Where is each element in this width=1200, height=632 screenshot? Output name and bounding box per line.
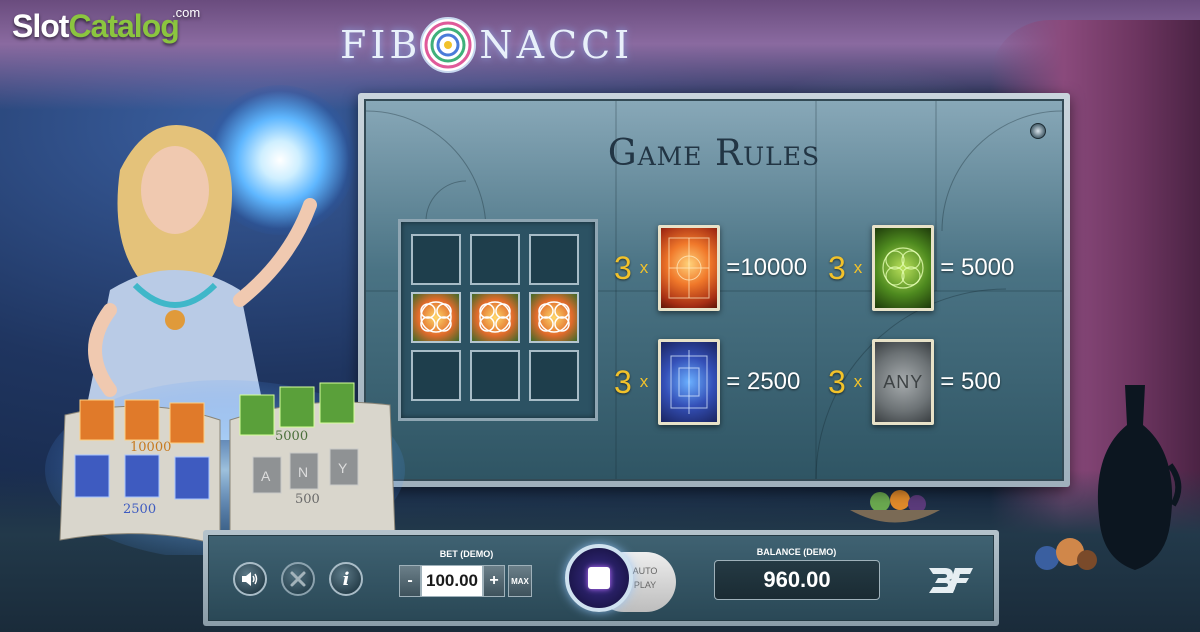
- stop-icon: [588, 567, 610, 589]
- watermark-catalog: Catalog: [68, 8, 179, 44]
- mandala-symbol-icon: [420, 301, 452, 333]
- grid-cell-symbol: [470, 292, 520, 343]
- control-bar-inner: i BET (DEMO) - 100.00 + MAX AUTO PLAY BA…: [208, 535, 994, 621]
- balance-value: 960.00: [714, 560, 880, 600]
- pay-multiplier: x: [639, 372, 649, 391]
- book-payout-any: 500: [295, 492, 320, 507]
- paytable-book: 10000 2500 5000 A N Y 500: [45, 380, 405, 555]
- balance-label: BALANCE (DEMO): [756, 547, 837, 557]
- game-title-right: NACCI: [479, 23, 634, 67]
- rules-title: Game Rules: [607, 133, 821, 174]
- any-card-text: ANY: [883, 372, 924, 392]
- grid-cell-empty: [529, 350, 579, 401]
- book-any-letter: A: [261, 468, 271, 484]
- book-any-letter: Y: [338, 460, 348, 476]
- pay-multiplier: x: [639, 258, 649, 277]
- grid-cell-empty: [529, 234, 579, 285]
- game-title-left: FIB: [340, 23, 422, 67]
- game-logo: FIB NACCI: [340, 10, 633, 80]
- grid-cell-empty: [411, 350, 461, 401]
- slotcatalog-watermark: SlotCatalog .com: [12, 6, 200, 44]
- any-card-icon: ANY: [872, 339, 935, 425]
- panel-knob-icon: [1030, 123, 1046, 139]
- fruits: [1035, 538, 1097, 570]
- bet-label: BET (DEMO): [439, 549, 494, 559]
- grid-cell-empty: [411, 234, 461, 285]
- mandala-icon: [420, 17, 477, 73]
- pay-count: 3: [828, 363, 846, 400]
- paytable-entry: 3 x = 2500: [614, 339, 800, 425]
- grid-cell-symbol: [411, 292, 461, 343]
- mini-reel-grid: [398, 219, 598, 421]
- book-any-letter: N: [298, 464, 308, 480]
- book-payout-blue: 2500: [123, 502, 156, 517]
- pay-amount: = 5000: [940, 254, 1015, 281]
- bet-increase-button[interactable]: +: [483, 565, 505, 597]
- bf-games-logo-icon: [929, 568, 973, 593]
- pay-amount: = 500: [940, 368, 1002, 395]
- speaker-icon: [242, 572, 258, 586]
- tools-icon: [290, 571, 306, 587]
- book-payout-green: 5000: [275, 429, 308, 444]
- pay-count: 3: [614, 249, 632, 286]
- bet-value-field: 100.00: [421, 565, 483, 597]
- pay-amount: = 2500: [726, 368, 801, 395]
- pay-count: 3: [614, 363, 632, 400]
- info-button[interactable]: i: [329, 562, 363, 596]
- watermark-slot: Slot: [12, 8, 69, 44]
- sound-button[interactable]: [233, 562, 267, 596]
- pay-multiplier: x: [853, 372, 863, 391]
- bet-decrease-button[interactable]: -: [399, 565, 421, 597]
- blue-card-icon: [658, 339, 721, 425]
- game-rules-panel: Game Rules 3 x =10000 3 x = 5000 3 x = 2…: [358, 93, 1070, 487]
- pay-count: 3: [828, 249, 846, 286]
- info-icon: i: [342, 568, 350, 590]
- spin-stop-button[interactable]: [565, 544, 633, 612]
- mandala-symbol-icon: [538, 301, 570, 333]
- paytable-entry: 3 x = 5000: [828, 225, 1014, 311]
- book-payout-fire: 10000: [130, 440, 171, 455]
- rules-inner: Game Rules 3 x =10000 3 x = 5000 3 x = 2…: [364, 99, 1064, 481]
- control-bar: i BET (DEMO) - 100.00 + MAX AUTO PLAY BA…: [203, 530, 999, 626]
- settings-button[interactable]: [281, 562, 315, 596]
- fire-card-icon: [658, 225, 721, 311]
- mandala-symbol-icon: [479, 301, 511, 333]
- paytable-entry: 3 x ANY = 500: [828, 339, 1001, 425]
- bet-max-button[interactable]: MAX: [508, 565, 532, 597]
- grid-cell-symbol: [529, 292, 579, 343]
- pay-amount: =10000: [726, 254, 808, 281]
- grid-cell-empty: [470, 350, 520, 401]
- fruit-bowl: [850, 490, 940, 523]
- pay-multiplier: x: [853, 258, 863, 277]
- paytable-entry: 3 x =10000: [614, 225, 807, 311]
- grid-cell-empty: [470, 234, 520, 285]
- green-card-icon: [872, 225, 935, 311]
- watermark-com: .com: [172, 5, 201, 20]
